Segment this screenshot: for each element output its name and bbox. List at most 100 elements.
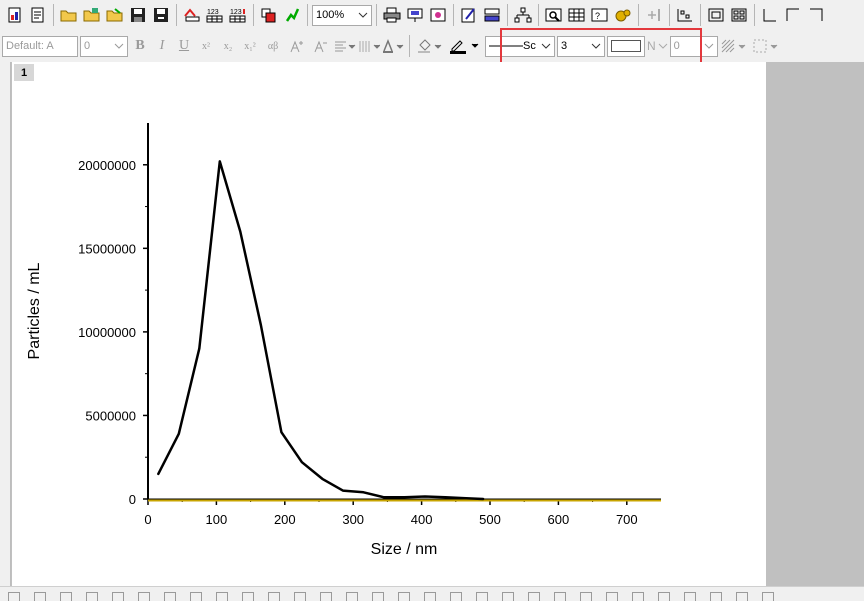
chevron-down-icon[interactable]	[658, 41, 668, 51]
standard-toolbar: 123 123 100% ?	[0, 0, 864, 30]
save-template-icon[interactable]	[150, 4, 172, 26]
pattern-fill-icon[interactable]	[720, 35, 750, 57]
toolbar-separator	[638, 4, 639, 26]
font-size-combo[interactable]: 0	[80, 35, 128, 57]
save-project-icon[interactable]	[127, 4, 149, 26]
greek-button[interactable]: αβ	[262, 41, 284, 52]
code-builder-icon[interactable]	[612, 4, 634, 26]
axis-right-icon[interactable]	[805, 4, 827, 26]
zoom-combo[interactable]: 100%	[312, 4, 372, 26]
tool-icon[interactable]	[762, 592, 774, 601]
tool-icon[interactable]	[736, 592, 748, 601]
frame-style-combo[interactable]	[607, 35, 645, 57]
results-log-icon[interactable]	[481, 4, 503, 26]
import-ascii-icon[interactable]: 123	[204, 4, 226, 26]
tool-icon[interactable]	[554, 592, 566, 601]
open-template-icon[interactable]	[81, 4, 103, 26]
recalculate-icon[interactable]	[281, 4, 303, 26]
tool-icon[interactable]	[502, 592, 514, 601]
project-explorer-icon[interactable]	[512, 4, 534, 26]
tool-icon[interactable]	[164, 592, 176, 601]
pattern-combo[interactable]: 0	[669, 35, 718, 57]
new-graph-icon[interactable]	[4, 4, 26, 26]
tool-icon[interactable]	[658, 592, 670, 601]
tool-icon[interactable]	[398, 592, 410, 601]
tool-icon[interactable]	[476, 592, 488, 601]
tool-icon[interactable]	[112, 592, 124, 601]
tool-icon[interactable]	[34, 592, 46, 601]
layer-tab[interactable]: 1	[14, 64, 34, 81]
subscript-button[interactable]: x₂	[218, 41, 238, 52]
tool-icon[interactable]	[294, 592, 306, 601]
font-color-icon[interactable]	[382, 35, 404, 57]
bold-button[interactable]: B	[130, 38, 150, 54]
line-style-combo[interactable]: Sc	[485, 35, 555, 57]
tool-icon[interactable]	[372, 592, 384, 601]
superscript-button[interactable]: x²	[196, 41, 216, 52]
tool-icon[interactable]	[320, 592, 332, 601]
export-icon[interactable]	[427, 4, 449, 26]
duplicate-icon[interactable]	[258, 4, 280, 26]
data-reader-icon[interactable]	[543, 4, 565, 26]
tool-icon[interactable]	[710, 592, 722, 601]
underline-button[interactable]: U	[174, 38, 194, 54]
tool-icon[interactable]	[268, 592, 280, 601]
layer-1-icon[interactable]	[705, 4, 727, 26]
svg-text:?: ?	[595, 11, 600, 21]
graph-layout-icon[interactable]	[674, 4, 696, 26]
line-color-icon[interactable]	[447, 35, 483, 57]
italic-button[interactable]: I	[152, 38, 172, 54]
tool-icon[interactable]	[60, 592, 72, 601]
font-name-value: Default: A	[6, 40, 54, 52]
font-name-combo[interactable]: Default: A	[2, 35, 78, 57]
tool-icon[interactable]	[424, 592, 436, 601]
chevron-down-icon	[114, 43, 124, 49]
open-icon[interactable]	[58, 4, 80, 26]
tool-icon[interactable]	[684, 592, 696, 601]
line-width-combo[interactable]: 3	[557, 35, 605, 57]
tool-icon[interactable]	[86, 592, 98, 601]
tool-icon[interactable]	[580, 592, 592, 601]
tool-icon[interactable]	[190, 592, 202, 601]
increase-font-icon[interactable]	[286, 35, 308, 57]
supsub-button[interactable]: x₁²	[240, 41, 260, 52]
toolbar-separator	[507, 4, 508, 26]
line-style-value: Sc	[523, 40, 536, 52]
decrease-font-icon[interactable]	[310, 35, 332, 57]
worksheet-icon[interactable]	[566, 4, 588, 26]
n-label[interactable]: N	[647, 39, 656, 53]
axis-top-icon[interactable]	[782, 4, 804, 26]
tool-icon[interactable]	[346, 592, 358, 601]
svg-text:123: 123	[230, 9, 242, 16]
axis-bottom-icon[interactable]	[759, 4, 781, 26]
line-style-preview	[489, 45, 523, 47]
align-icon[interactable]	[334, 35, 356, 57]
toolbar-separator	[376, 4, 377, 26]
tool-icon[interactable]	[450, 592, 462, 601]
fill-pattern-text-icon[interactable]	[358, 35, 380, 57]
import-wizard-icon[interactable]	[181, 4, 203, 26]
function-icon[interactable]: ?	[589, 4, 611, 26]
slideshow-icon[interactable]	[404, 4, 426, 26]
new-layout-icon[interactable]	[27, 4, 49, 26]
toolbar-separator	[669, 4, 670, 26]
notes-icon[interactable]	[458, 4, 480, 26]
tool-icon[interactable]	[216, 592, 228, 601]
chevron-down-icon	[704, 43, 714, 49]
tool-icon[interactable]	[528, 592, 540, 601]
print-icon[interactable]	[381, 4, 403, 26]
tool-icon[interactable]	[138, 592, 150, 601]
tool-icon[interactable]	[242, 592, 254, 601]
toolbar-separator	[253, 4, 254, 26]
add-layer-icon[interactable]	[643, 4, 665, 26]
layer-2-icon[interactable]	[728, 4, 750, 26]
import-multiple-icon[interactable]: 123	[227, 4, 249, 26]
fill-color-icon[interactable]	[415, 35, 445, 57]
grid-pattern-icon[interactable]	[752, 35, 782, 57]
open-excel-icon[interactable]	[104, 4, 126, 26]
tool-icon[interactable]	[632, 592, 644, 601]
graph-page[interactable]	[12, 62, 766, 586]
bottom-toolbar	[0, 586, 864, 601]
tool-icon[interactable]	[606, 592, 618, 601]
tool-icon[interactable]	[8, 592, 20, 601]
